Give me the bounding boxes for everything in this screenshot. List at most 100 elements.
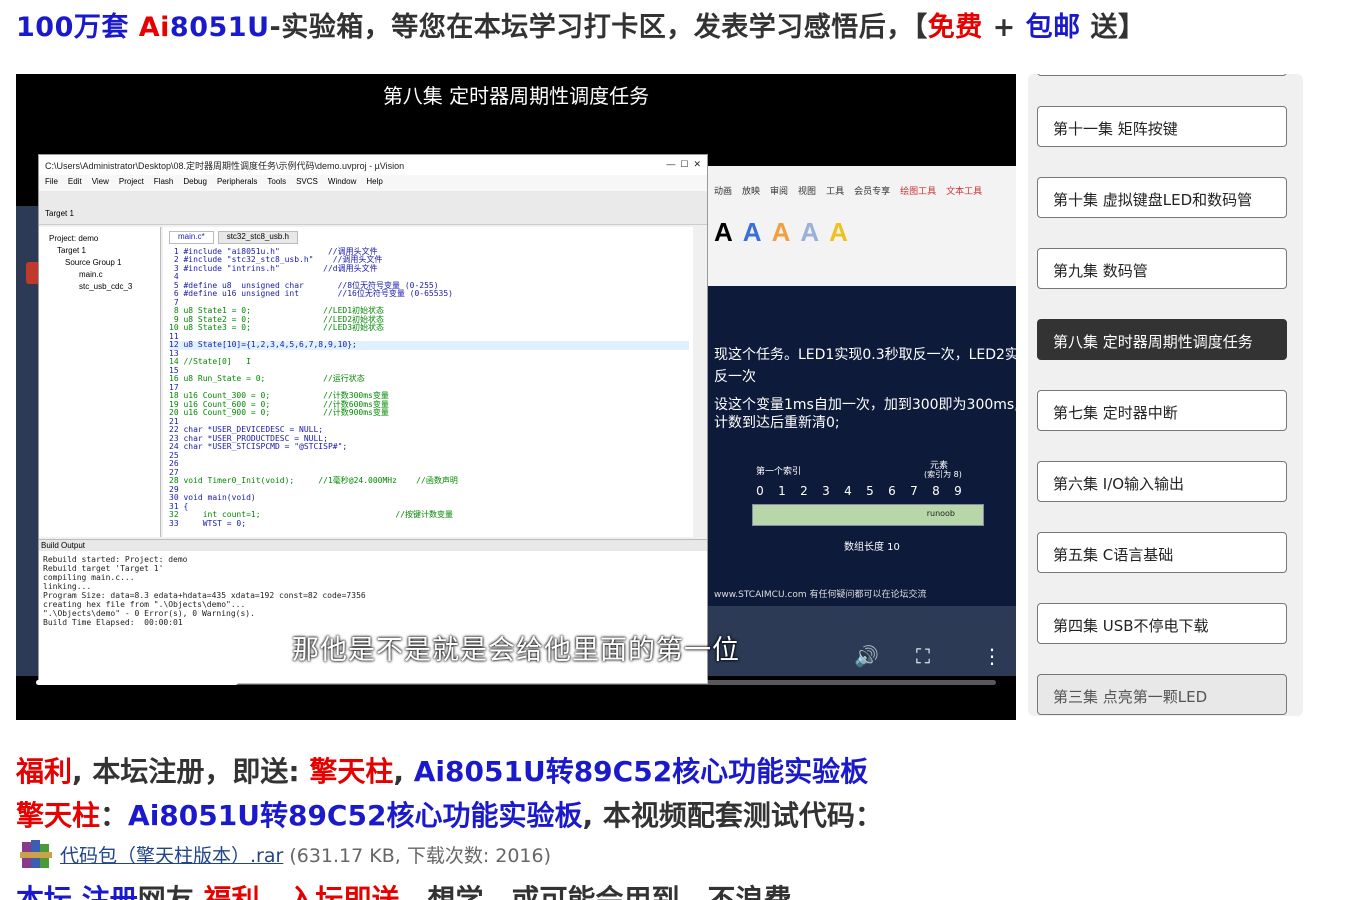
ribbon-tab: 绘图工具 [900, 186, 937, 196]
bottom-text: 网友 [137, 883, 204, 900]
ide-menu-item: Debug [183, 177, 207, 186]
pause-icon[interactable] [40, 648, 54, 664]
build-line: Build Time Elapsed: 00:00:01 [43, 618, 183, 627]
code-line: 24 char *USER_STCISPCMD = "@STCISP#"; [169, 442, 348, 451]
array-index: 4 [844, 484, 852, 498]
ide-menu-item: Peripherals [216, 177, 258, 186]
slide-line: 计数到达后重新清0; [714, 415, 840, 431]
code-line: 28 void Timer0_Init(void); //1毫秒@24.000M… [169, 476, 458, 485]
array-index: 6 [888, 484, 896, 498]
bottom-welfare: 福利 [203, 883, 260, 900]
video-title: 第八集 定时器周期性调度任务 [382, 84, 650, 108]
episode-item[interactable]: 第十一集 矩阵按键 [1037, 106, 1287, 147]
code-line: 25 [169, 450, 179, 460]
ide-title: C:\Users\Administrator\Desktop\08.定时器周期性… [45, 161, 405, 171]
episode-item[interactable]: 第七集 定时器中断 [1037, 390, 1287, 431]
episode-item[interactable]: 第三集 点亮第一颗LED [1037, 674, 1287, 715]
array-index: 0 [756, 484, 764, 498]
text-style-icon: A [771, 217, 791, 247]
test-code-board-link[interactable]: Ai8051U转89C52核心功能实验板 [128, 799, 582, 832]
bottom-promo-line: 本坛 注册网友 福利，入坛即送，想学，或可能会用到，不浪费 [16, 878, 792, 900]
build-output-title: Build Output [39, 540, 707, 551]
fullscreen-icon[interactable]: ⛶ [916, 644, 930, 668]
array-index: 9 [954, 484, 962, 498]
bottom-tail: ，想学，或可能会用到，不浪费 [399, 883, 792, 900]
attachment-row: 代码包（擎天柱版本）.rar (631.17 KB, 下载次数: 2016) [18, 836, 551, 872]
slide-line: 反一次 [714, 369, 756, 385]
welfare-product: 擎天柱 [309, 755, 394, 788]
slide-ribbon: 动画 放映 审阅 视图 工具 会员专享 绘图工具 文本工具 A A A A A [708, 166, 1016, 286]
code-line: 16 u8 Run_State = 0; //运行状态 [169, 374, 365, 383]
ide-tab: main.c* [169, 231, 214, 244]
player-controls: 17:37 / 1:23:29 🔊 ⛶ ⋮ [16, 634, 1016, 720]
test-code-text: , 本视频配套测试代码： [582, 799, 883, 832]
episode-item[interactable]: 第十集 虚拟键盘LED和数码管 [1037, 177, 1287, 218]
bottom-gift: 入坛即送 [287, 883, 400, 900]
video-player[interactable]: 第八集 定时器周期性调度任务 C:\Users\Administrator\De… [16, 74, 1016, 720]
promo-plus: + [982, 12, 1026, 43]
build-line: Rebuild target 'Target 1' [43, 564, 164, 573]
more-options-icon[interactable]: ⋮ [982, 644, 1002, 668]
episode-item[interactable]: 第九集 数码管 [1037, 248, 1287, 289]
episode-item[interactable]: 第八集 定时器周期性调度任务 [1037, 319, 1287, 360]
slide-window: 动画 放映 审阅 视图 工具 会员专享 绘图工具 文本工具 A A A A A … [708, 166, 1016, 606]
array-first-index: 第一个索引 [756, 467, 802, 477]
promo-end: 送】 [1080, 12, 1146, 43]
build-line: Program Size: data=8.3 edata+hdata=435 x… [43, 591, 366, 600]
text-style-icons: A A A A A [714, 217, 1010, 248]
episode-item[interactable]: 第五集 C语言基础 [1037, 532, 1287, 573]
uvision-window: C:\Users\Administrator\Desktop\08.定时器周期性… [38, 154, 708, 684]
ide-menu-item: Window [327, 177, 357, 186]
code-line: 30 void main(void) [169, 493, 256, 502]
tree-item: stc_usb_cdc_3 [79, 282, 133, 291]
array-length: 数组长度 10 [844, 542, 900, 553]
promo-count: 100万套 [16, 12, 139, 43]
code-line: 3 #include "intrins.h" //d调用头文件 [169, 263, 378, 273]
volume-icon[interactable]: 🔊 [854, 644, 879, 668]
welfare-sep: , [393, 755, 414, 788]
slide-footer: www.STCAIMCU.com 有任何疑问都可以在论坛交流 [714, 590, 927, 600]
progress-bar[interactable] [36, 680, 996, 685]
episode-item[interactable] [1037, 74, 1287, 76]
promo-model: 8051U [169, 12, 270, 43]
ide-menu-item: Help [366, 177, 383, 186]
welfare-line: 福利, 本坛注册，即送: 擎天柱, Ai8051U转89C52核心功能实验板 [16, 750, 868, 790]
ide-menu-item: Flash [153, 177, 174, 186]
bottom-sep: ， [259, 883, 288, 900]
slide-line: 设这个变量1ms自加一次，加到300即为300ms, [714, 397, 1016, 413]
array-index: 1 [778, 484, 786, 498]
test-code-colon: ： [100, 799, 129, 832]
ide-target: Target 1 [45, 209, 74, 218]
ide-toolbar: Target 1 [39, 191, 707, 225]
welfare-board-link[interactable]: Ai8051U转89C52核心功能实验板 [414, 755, 868, 788]
build-line: Rebuild started: Project: demo [43, 555, 188, 564]
episode-item[interactable]: 第四集 USB不停电下载 [1037, 603, 1287, 644]
build-lines: Rebuild started: Project: demo Rebuild ta… [43, 555, 703, 627]
attachment-link[interactable]: 代码包（擎天柱版本）.rar [60, 841, 283, 868]
code-line: 6 #define u16 unsigned int //16位无符号变量 (0… [169, 289, 454, 298]
tree-item: Target 1 [57, 246, 86, 255]
array-index: 2 [800, 484, 808, 498]
code-line: 14 //State[0] I [169, 357, 251, 366]
ide-tabs: main.c* stc32_stc8_usb.h [169, 231, 689, 244]
array-element-sub: (索引为 8) [924, 470, 962, 479]
array-runoob: runoob [926, 509, 955, 518]
promo-headline: 100万套 Ai8051U-实验箱，等您在本坛学习打卡区，发表学习感悟后，【免费… [16, 5, 1146, 44]
episode-item[interactable]: 第六集 I/O输入输出 [1037, 461, 1287, 502]
playback-time: 17:37 / 1:23:29 [76, 640, 215, 661]
code-line: 20 u16 Count_900 = 0; //计数900ms变量 [169, 408, 389, 417]
slide-line: 现这个任务。LED1实现0.3秒取反一次，LED2实现0 [714, 347, 1016, 363]
ribbon-tab: 工具 [826, 186, 845, 196]
welfare-label: 福利 [16, 755, 73, 788]
build-line: creating hex file from ".\Objects\demo".… [43, 600, 246, 609]
ribbon-tab: 会员专享 [854, 186, 891, 196]
ide-menu-item: Edit [67, 177, 82, 186]
code-line: 32 int count=1; //按键计数变量 [169, 510, 454, 519]
ribbon-tab: 放映 [742, 186, 761, 196]
episode-list: 第十一集 矩阵按键 第十集 虚拟键盘LED和数码管 第九集 数码管 第八集 定时… [1028, 74, 1303, 716]
ide-tab: stc32_stc8_usb.h [217, 231, 298, 244]
bottom-register-link[interactable]: 本坛 注册 [16, 883, 138, 900]
array-index: 5 [866, 484, 874, 498]
array-indices: 0 1 2 3 4 5 6 7 8 9 [752, 484, 966, 498]
text-style-icon: A [829, 217, 848, 247]
